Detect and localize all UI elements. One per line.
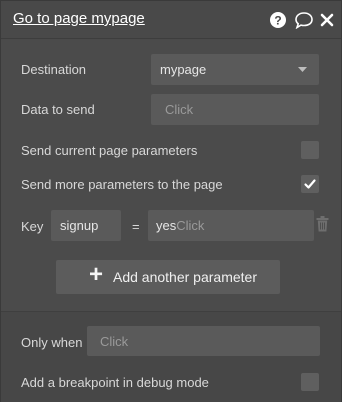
help-icon[interactable]: ?: [269, 11, 287, 29]
chevron-down-icon: [298, 67, 307, 72]
only-when-input[interactable]: Click: [87, 326, 320, 356]
send-current-checkbox[interactable]: [301, 141, 319, 159]
destination-dropdown[interactable]: mypage: [151, 54, 319, 85]
breakpoint-checkbox[interactable]: [301, 373, 319, 391]
only-when-placeholder: Click: [100, 333, 129, 349]
data-to-send-input[interactable]: Click: [151, 94, 319, 125]
add-parameter-label: Add another parameter: [113, 269, 257, 285]
data-to-send-placeholder: Click: [165, 102, 194, 117]
param-key-input[interactable]: signup: [51, 210, 121, 241]
equals-sign: =: [132, 219, 140, 234]
add-parameter-button[interactable]: + Add another parameter: [56, 260, 280, 294]
destination-value: mypage: [160, 62, 207, 77]
key-label: Key: [21, 219, 44, 234]
send-more-label: Send more parameters to the page: [21, 177, 223, 192]
param-value-input[interactable]: yes Click: [148, 210, 314, 241]
send-current-label: Send current page parameters: [21, 143, 198, 158]
svg-text:?: ?: [274, 14, 281, 28]
send-more-checkbox[interactable]: [301, 175, 319, 193]
panel-title: Go to page mypage: [13, 10, 145, 27]
checkmark-icon: [304, 179, 316, 189]
close-icon[interactable]: [320, 11, 334, 29]
param-key-value: signup: [60, 218, 99, 233]
param-value-text: yes: [156, 218, 177, 233]
panel-header: Go to page mypage ?: [1, 1, 341, 39]
breakpoint-label: Add a breakpoint in debug mode: [21, 375, 209, 390]
action-panel: Go to page mypage ? Destination mypage D…: [0, 0, 342, 402]
data-to-send-label: Data to send: [21, 102, 95, 117]
trash-icon[interactable]: [316, 216, 329, 232]
destination-label: Destination: [21, 62, 87, 77]
comment-icon[interactable]: [294, 11, 314, 29]
param-value-placeholder: Click: [176, 218, 205, 233]
plus-icon: +: [89, 261, 104, 288]
only-when-label: Only when: [21, 335, 83, 350]
